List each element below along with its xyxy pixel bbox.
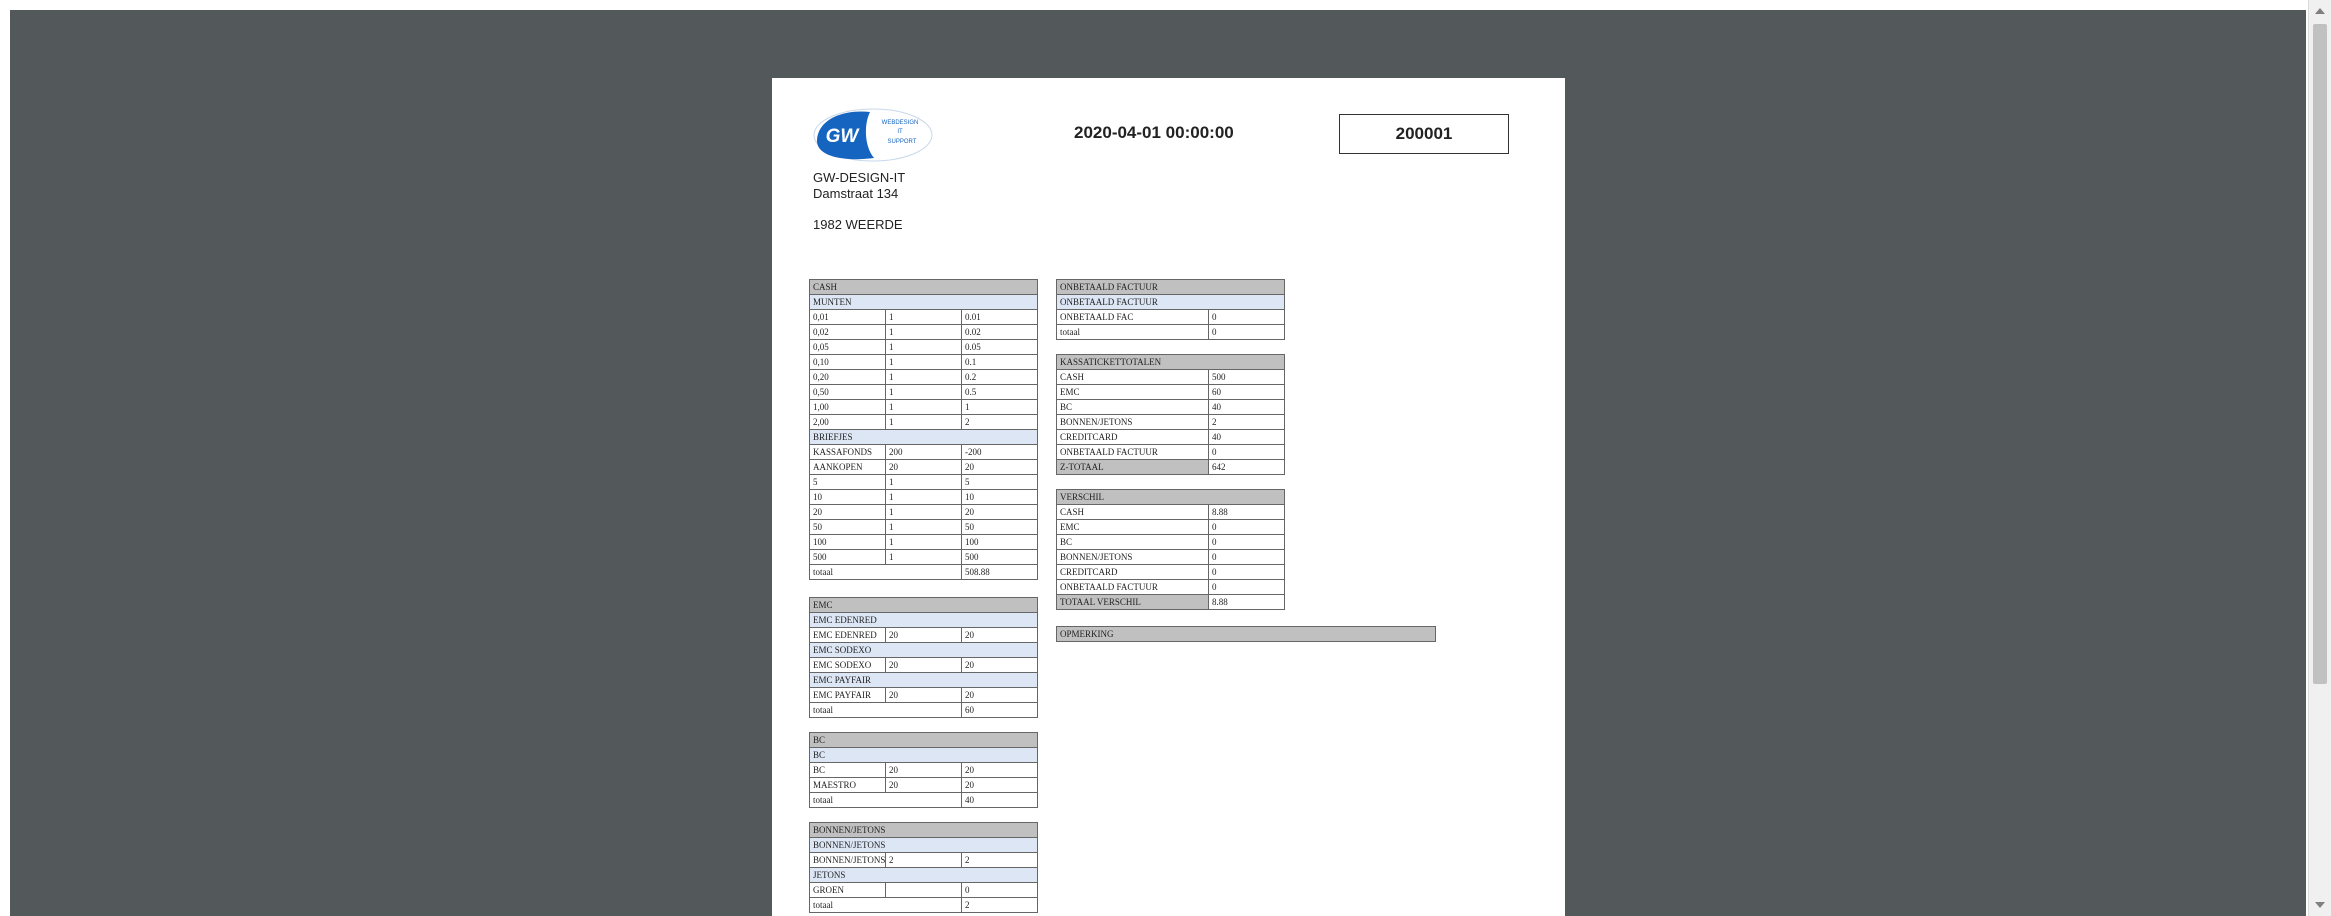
opmerking-title: OPMERKING — [1056, 626, 1436, 642]
table-row: totaal 2 — [809, 897, 1039, 913]
scrollbar-thumb[interactable] — [2313, 24, 2327, 684]
emc-table: EMC EMC EDENRED EMC EDENRED 20 20 EMC SODEXO… — [808, 597, 1039, 718]
section-row: EMC PAYFAIR — [808, 672, 1039, 688]
total-row: totaal 508.88 — [809, 564, 1039, 580]
company-name: GW-DESIGN-IT — [813, 170, 906, 185]
table-row: BONNEN/JETONS 2 — [1056, 414, 1286, 430]
bc-table: BC BC BC 20 20 MAESTRO 20 20 totaal 40 — [808, 732, 1039, 808]
onbetaald-title: ONBETAALD FACTUUR — [1056, 279, 1285, 295]
company-city: 1982 WEERDE — [813, 217, 903, 232]
table-row: EMC SODEXO 20 20 — [809, 657, 1039, 673]
table-row: 0,02 1 0.02 — [809, 324, 1039, 340]
logo-line2: IT — [897, 129, 903, 135]
bc-sub: BC — [808, 747, 1039, 763]
kassa-title: KASSATICKETTOTALEN — [1055, 354, 1286, 370]
munten-label: MUNTEN — [808, 294, 1039, 310]
table-row: ONBETAALD FAC 0 — [1056, 309, 1285, 325]
section-row: EMC SODEXO — [808, 642, 1039, 658]
logo-line3: SUPPORT — [888, 139, 917, 145]
table-row: CASH 8.88 — [1056, 504, 1286, 520]
report-datetime: 2020-04-01 00:00:00 — [1074, 123, 1234, 142]
total-row: totaal 60 — [809, 702, 1039, 718]
opmerking-table: OPMERKING — [1056, 626, 1436, 642]
table-row: ONBETAALD FACTUUR 0 — [1056, 444, 1286, 460]
table-row: 515 — [809, 474, 1039, 490]
table-row: 100 1 100 — [809, 534, 1039, 550]
bonnen-table: BONNEN/JETONS BONNEN/JETONS BONNEN/JETON… — [808, 822, 1039, 913]
jetons-sub: JETONS — [808, 867, 1039, 883]
table-row: 2,00 1 2 — [809, 414, 1039, 430]
table-row: 10 1 10 — [809, 489, 1039, 505]
logo-line1: WEBDESIGN — [882, 120, 919, 126]
briefjes-label: BRIEFJES — [808, 429, 1039, 445]
scroll-down-arrow-icon[interactable] — [2315, 902, 2325, 908]
table-row: 500 1 500 — [809, 549, 1039, 565]
table-row: AANKOPEN 20 20 — [809, 459, 1039, 475]
report-number: 200001 — [1339, 114, 1509, 154]
section-row: EMC EDENRED — [808, 612, 1039, 628]
bc-title: BC — [808, 732, 1039, 748]
table-row: CASH 500 — [1056, 369, 1286, 385]
table-row: 50 1 50 — [809, 519, 1039, 535]
table-row: EMC 60 — [1056, 384, 1286, 400]
verschil-title: VERSCHIL — [1055, 489, 1286, 505]
table-row: BONNEN/JETONS 0 — [1056, 549, 1286, 565]
table-row: 1,00 1 1 — [809, 399, 1039, 415]
table-row: 20 1 20 — [809, 504, 1039, 520]
pdf-viewer: GW WEBDESIGN IT SUPPORT GW-DESIGN-IT Dam… — [10, 10, 2306, 916]
table-row: MAESTRO 20 20 — [809, 777, 1039, 793]
total-row: Z-TOTAAL 642 — [1056, 459, 1286, 475]
cash-title: CASH — [808, 279, 1039, 295]
table-row: ONBETAALD FACTUUR 0 — [1056, 579, 1286, 595]
company-address: GW-DESIGN-IT Damstraat 134 — [813, 170, 905, 202]
table-row: BONNEN/JETONS 2 2 — [809, 852, 1039, 868]
table-row: BC 0 — [1056, 534, 1286, 550]
table-row: EMC PAYFAIR 20 20 — [809, 687, 1039, 703]
kassa-table: KASSATICKETTOTALEN CASH 500 EMC 60 BC 40 BONNE… — [1055, 354, 1286, 475]
table-row: BC 20 20 — [809, 762, 1039, 778]
table-row: GROEN 0 — [809, 882, 1039, 898]
table-row: EMC EDENRED 20 20 — [809, 627, 1039, 643]
bonnen-title: BONNEN/JETONS — [808, 822, 1039, 838]
table-row: 0,01 1 0.01 — [809, 309, 1039, 325]
table-row: BC 40 — [1056, 399, 1286, 415]
logo-mark: GW — [826, 126, 861, 147]
verschil-table: VERSCHIL CASH 8.88 EMC 0 BC 0 BONNEN/JETONS 0 CR… — [1055, 489, 1286, 610]
table-row: 0,50 1 0.5 — [809, 384, 1039, 400]
table-row: 0,05 1 0.05 — [809, 339, 1039, 355]
table-row: totaal 0 — [1056, 324, 1285, 340]
table-row: totaal 40 — [809, 792, 1039, 808]
onbetaald-table: ONBETAALD FACTUUR ONBETAALD FACTUUR ONBE… — [1056, 279, 1285, 340]
table-row: CREDITCARD 40 — [1056, 429, 1286, 445]
table-row: KASSAFONDS 200 -200 — [809, 444, 1039, 460]
cash-table: CASH MUNTEN 0,01 1 0.01 0,02 1 0.02 0,05 1 0.05 0… — [808, 279, 1039, 580]
company-street: Damstraat 134 — [813, 186, 899, 201]
table-row: CREDITCARD 0 — [1056, 564, 1286, 580]
table-row: 0,10 1 0.1 — [809, 354, 1039, 370]
total-row: TOTAAL VERSCHIL 8.88 — [1056, 594, 1286, 610]
vertical-scrollbar[interactable] — [2308, 0, 2331, 916]
emc-title: EMC — [808, 597, 1039, 613]
table-row: 0,20 1 0.2 — [809, 369, 1039, 385]
document-page: GW WEBDESIGN IT SUPPORT GW-DESIGN-IT Dam… — [772, 78, 1565, 916]
company-logo: GW WEBDESIGN IT SUPPORT — [813, 108, 933, 162]
table-row: EMC 0 — [1056, 519, 1286, 535]
onbetaald-sub: ONBETAALD FACTUUR — [1056, 294, 1285, 310]
scroll-up-arrow-icon[interactable] — [2315, 8, 2325, 14]
bonnen-sub: BONNEN/JETONS — [808, 837, 1039, 853]
section-row: BRIEFJES — [808, 429, 1039, 445]
